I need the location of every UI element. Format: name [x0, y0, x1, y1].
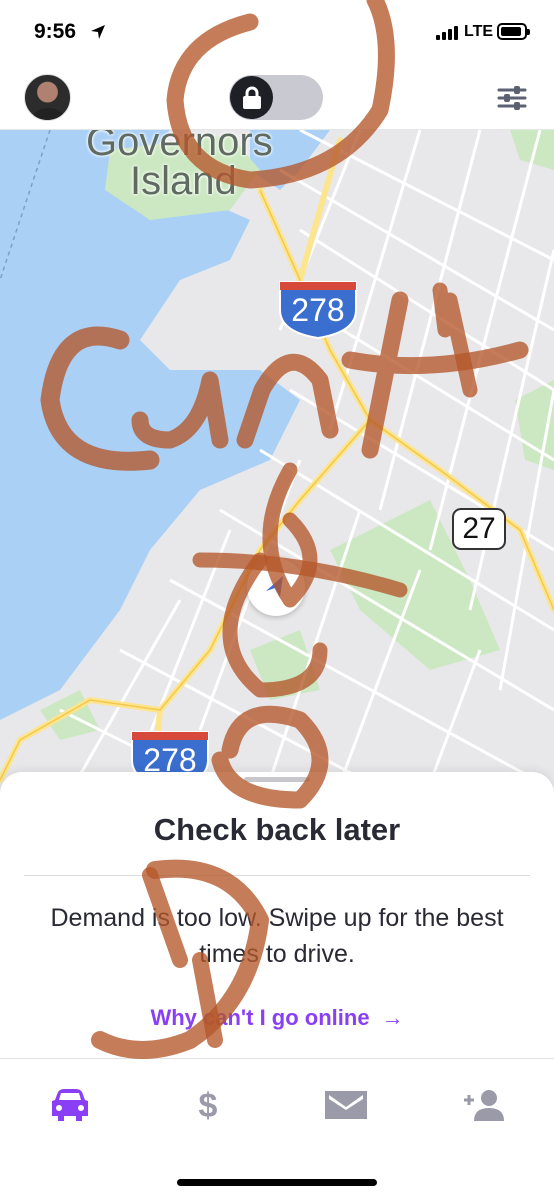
tab-drive[interactable]	[48, 1085, 92, 1125]
arrow-right-icon: →	[381, 1005, 404, 1030]
tab-refer[interactable]	[462, 1085, 506, 1125]
home-indicator	[177, 1179, 377, 1186]
divider	[24, 875, 530, 876]
envelope-icon	[325, 1091, 367, 1119]
why-link-label: Why can't I go online	[150, 1005, 370, 1030]
network-type: LTE	[464, 23, 494, 40]
tab-inbox[interactable]	[324, 1085, 368, 1125]
battery-icon	[497, 23, 530, 40]
current-location-marker	[247, 558, 305, 616]
drag-handle[interactable]	[244, 777, 310, 782]
car-icon	[52, 1089, 88, 1121]
map-view[interactable]: Governors Island 278 278 27	[0, 130, 554, 810]
status-time: 9:56	[34, 20, 77, 43]
online-toggle[interactable]	[229, 75, 323, 120]
tab-earnings[interactable]: $	[186, 1085, 230, 1125]
place-label-line2: Island	[130, 159, 237, 203]
status-bar: 9:56 LTE	[0, 0, 554, 62]
svg-text:$: $	[199, 1087, 218, 1123]
status-card[interactable]: Check back later Demand is too low. Swip…	[0, 772, 554, 1062]
toggle-knob[interactable]	[230, 76, 273, 119]
map-canvas	[0, 130, 554, 810]
add-person-icon	[464, 1090, 504, 1121]
why-cant-i-go-online-link[interactable]: Why can't I go online →	[0, 1005, 554, 1031]
lock-icon	[242, 86, 261, 109]
filter-sliders-icon[interactable]	[497, 85, 527, 111]
avatar[interactable]	[24, 74, 71, 121]
navigation-arrow-icon	[266, 576, 283, 597]
map-place-label: Governors Island	[86, 130, 273, 204]
interstate-shield: 278	[278, 280, 358, 340]
location-arrow-icon	[91, 25, 105, 39]
dollar-icon: $	[199, 1087, 218, 1123]
top-header	[0, 62, 554, 130]
shield-number: 278	[291, 292, 345, 328]
signal-bars-icon	[436, 26, 458, 40]
card-title: Check back later	[153, 812, 401, 847]
route-marker: 27	[452, 508, 506, 550]
card-message: Demand is too low. Swipe up for the best…	[50, 904, 504, 968]
